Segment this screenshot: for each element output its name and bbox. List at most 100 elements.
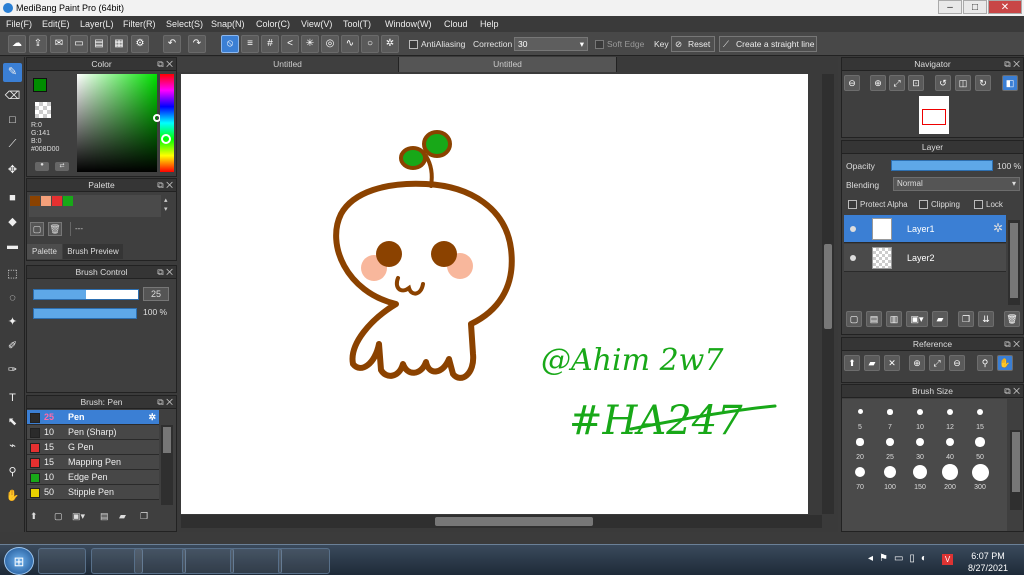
menu-cloud[interactable]: Cloud: [444, 16, 468, 32]
palette-swatch[interactable]: [41, 196, 51, 206]
panel-close-icon[interactable]: ⧉ ✕: [1004, 338, 1020, 351]
layer-row-layer1[interactable]: Layer1 ✲: [844, 215, 1006, 243]
brush-duplicate-icon[interactable]: ▣▾: [72, 511, 85, 522]
merge-layer-icon[interactable]: ⇊: [978, 311, 994, 327]
color-chips[interactable]: [33, 78, 54, 99]
new-palette-icon[interactable]: ▢: [30, 222, 44, 236]
reference-upload-icon[interactable]: ⬆: [844, 355, 860, 371]
media-player-icon[interactable]: [38, 548, 86, 574]
visibility-icon[interactable]: [850, 255, 856, 261]
menu-window[interactable]: Window(W): [385, 16, 432, 32]
brush-size-slider[interactable]: [33, 289, 139, 300]
lasso-icon[interactable]: ◌: [3, 289, 22, 308]
reset-button[interactable]: ⊘ Reset: [671, 36, 715, 52]
brush-item-pen[interactable]: 25 Pen ✲: [27, 410, 159, 425]
brush-size-option[interactable]: 200: [935, 462, 965, 492]
folder-icon[interactable]: ▰: [864, 355, 880, 371]
line-tool-icon[interactable]: ⟋: [3, 135, 22, 154]
folder-icon[interactable]: ▰: [932, 311, 948, 327]
zoom-out-icon[interactable]: ⊖: [844, 75, 860, 91]
menu-file[interactable]: File(F): [6, 16, 32, 32]
layer-opacity-slider[interactable]: [891, 160, 993, 171]
hue-slider[interactable]: [160, 74, 174, 172]
protect-alpha-checkbox[interactable]: [848, 200, 857, 209]
bucket-tool-icon[interactable]: ◆: [3, 213, 22, 232]
copy-icon[interactable]: ❐: [140, 511, 148, 522]
foreground-color[interactable]: [33, 78, 47, 92]
drawing-canvas[interactable]: @Ahim 2w7 #HA247: [181, 74, 808, 514]
maximize-button[interactable]: □: [963, 0, 987, 14]
close-button[interactable]: ✕: [988, 0, 1022, 14]
medibang-icon[interactable]: [230, 548, 282, 574]
brush-size-option[interactable]: 15: [965, 402, 995, 432]
menu-help[interactable]: Help: [480, 16, 499, 32]
tab-palette[interactable]: Palette: [27, 244, 62, 259]
text-tool-icon[interactable]: T: [3, 389, 22, 408]
zoom-in-icon[interactable]: ⊕: [870, 75, 886, 91]
grid-snap-icon[interactable]: #: [261, 35, 279, 53]
brush-opacity-slider[interactable]: [33, 308, 137, 319]
curve-snap-icon[interactable]: ∿: [341, 35, 359, 53]
chat-icon[interactable]: ✉: [50, 35, 68, 53]
browser-icon[interactable]: [134, 548, 186, 574]
folder-icon[interactable]: ▰: [119, 511, 126, 522]
minimize-button[interactable]: –: [938, 0, 962, 14]
tray-icons[interactable]: ◂⚑▭▯◐: [868, 553, 933, 564]
menu-layer[interactable]: Layer(L): [80, 16, 114, 32]
palette-swap-icon[interactable]: ⇄: [55, 162, 69, 171]
brush-size-option[interactable]: 20: [845, 432, 875, 462]
parallel-snap-icon[interactable]: ≡: [241, 35, 259, 53]
start-button[interactable]: ⊞: [4, 547, 34, 575]
brush-size-scrollbar[interactable]: [1010, 430, 1022, 510]
cloud-icon[interactable]: ☁: [8, 35, 26, 53]
concentric-snap-icon[interactable]: ◎: [321, 35, 339, 53]
brush-size-option[interactable]: 40: [935, 432, 965, 462]
brush-size-option[interactable]: 30: [905, 432, 935, 462]
canvas-horizontal-scrollbar[interactable]: [181, 515, 822, 528]
brush-size-option[interactable]: 12: [935, 402, 965, 432]
transparent-color[interactable]: [35, 102, 51, 118]
visibility-icon[interactable]: [850, 226, 856, 232]
gear-icon[interactable]: ✲: [993, 221, 1003, 235]
antialiasing-checkbox[interactable]: [409, 40, 418, 49]
rotate-right-icon[interactable]: ↻: [975, 75, 991, 91]
zoom-out-icon[interactable]: ⊖: [949, 355, 965, 371]
duplicate-layer-icon[interactable]: ❐: [958, 311, 974, 327]
brush-size-option[interactable]: 25: [875, 432, 905, 462]
brush-size-value[interactable]: 25: [143, 287, 169, 301]
brush-item[interactable]: 10 Edge Pen: [27, 470, 159, 485]
menu-view[interactable]: View(V): [301, 16, 332, 32]
flip-icon[interactable]: ◧: [1002, 75, 1018, 91]
canvas-vertical-scrollbar[interactable]: [822, 74, 834, 514]
brush-item[interactable]: 15 Mapping Pen: [27, 455, 159, 470]
gear-icon[interactable]: ✲: [148, 410, 156, 425]
new-brush-icon[interactable]: ▢: [54, 511, 63, 522]
operation-tool-icon[interactable]: ⬉: [3, 413, 22, 432]
navigator-thumbnail[interactable]: [919, 96, 949, 134]
canvas-vertical-thumb[interactable]: [824, 244, 832, 329]
straight-line-button[interactable]: ⟋ Create a straight line: [719, 36, 817, 52]
fit-window-icon[interactable]: ⤢: [889, 75, 905, 91]
tray-app-icon[interactable]: V: [942, 554, 953, 565]
correction-select[interactable]: 30 ▾: [514, 37, 588, 51]
brush-tool-icon[interactable]: ✎: [3, 63, 22, 82]
actual-size-icon[interactable]: ⊡: [908, 75, 924, 91]
gradient-tool-icon[interactable]: ▬: [3, 237, 22, 256]
saturation-value-picker[interactable]: [77, 74, 161, 172]
soft-edge-checkbox[interactable]: [595, 40, 604, 49]
snap-off-icon[interactable]: ⦸: [221, 35, 239, 53]
paint-app-icon[interactable]: [182, 548, 234, 574]
panel-close-icon[interactable]: ⧉ ✕: [157, 58, 173, 71]
eraser-tool-icon[interactable]: ⌫: [3, 87, 22, 106]
select-eraser-icon[interactable]: ✑: [3, 361, 22, 380]
brush-size-thumb[interactable]: [1012, 432, 1020, 492]
snap-settings-icon[interactable]: ✲: [381, 35, 399, 53]
menu-tool[interactable]: Tool(T): [343, 16, 371, 32]
layer-scroll-thumb[interactable]: [1010, 223, 1018, 298]
share-icon[interactable]: ⇪: [29, 35, 47, 53]
fax-viewer-icon[interactable]: [278, 548, 330, 574]
menu-snap[interactable]: Snap(N): [211, 16, 245, 32]
system-clock[interactable]: 6:07 PM 8/27/2021: [958, 550, 1018, 574]
layers-icon[interactable]: ▦: [110, 35, 128, 53]
trash-icon[interactable]: 🗑: [48, 222, 62, 236]
